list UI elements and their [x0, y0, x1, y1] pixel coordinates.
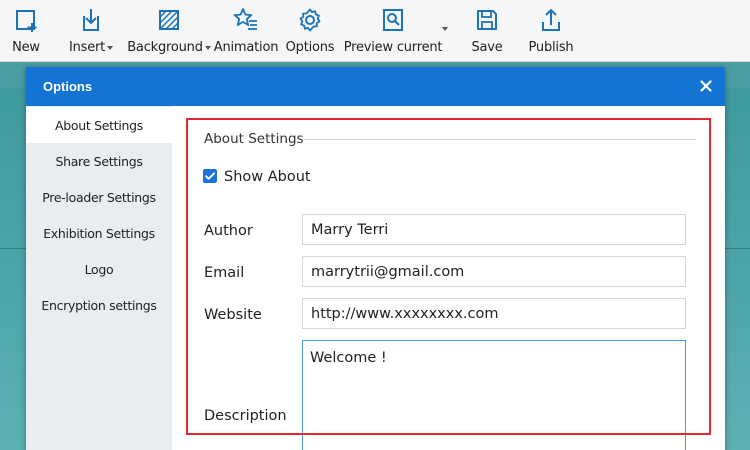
insert-download-icon	[77, 6, 105, 34]
background-label: Background	[127, 40, 203, 55]
background-pattern-icon	[155, 6, 183, 34]
website-field[interactable]	[302, 298, 686, 329]
gear-icon	[296, 6, 324, 34]
preview-dropdown-caret[interactable]	[442, 27, 448, 31]
new-page-icon	[12, 6, 40, 34]
save-label: Save	[471, 40, 503, 55]
website-label: Website	[204, 307, 262, 323]
description-textarea[interactable]: Welcome !	[302, 340, 686, 450]
publish-label: Publish	[528, 40, 574, 55]
section-divider	[304, 139, 696, 140]
animation-button[interactable]: Animation	[213, 0, 279, 62]
options-button[interactable]: Options	[285, 0, 335, 62]
background-label-wrap: Background	[127, 40, 211, 55]
insert-label: Insert	[68, 40, 106, 55]
email-label: Email	[204, 265, 245, 281]
toolbar: New Insert Background Animation Options …	[0, 0, 750, 62]
insert-label-wrap: Insert	[68, 40, 114, 55]
sidebar-item-about-settings[interactable]: About Settings	[26, 107, 172, 143]
options-dialog: Options About Settings Share Settings Pr…	[26, 67, 725, 450]
email-field[interactable]	[302, 256, 686, 287]
insert-button[interactable]: Insert	[68, 0, 114, 62]
save-button[interactable]: Save	[468, 0, 506, 62]
preview-magnifier-icon	[379, 6, 407, 34]
section-title: About Settings	[204, 131, 304, 147]
show-about-label[interactable]: Show About	[224, 169, 311, 185]
dialog-title: Options	[43, 79, 93, 94]
background-dropdown-caret	[204, 45, 211, 50]
sidebar-item-pre-loader-settings[interactable]: Pre-loader Settings	[26, 179, 172, 215]
options-label: Options	[285, 40, 335, 55]
about-settings-panel: About Settings Show About Author Email W…	[172, 106, 725, 450]
preview-current-label: Preview current	[343, 40, 443, 55]
new-button[interactable]: New	[8, 0, 44, 62]
description-label: Description	[204, 408, 287, 424]
dialog-header: Options	[26, 67, 725, 106]
author-label: Author	[204, 223, 253, 239]
sidebar-item-exhibition-settings[interactable]: Exhibition Settings	[26, 215, 172, 251]
floppy-disk-icon	[473, 6, 501, 34]
sidebar-item-share-settings[interactable]: Share Settings	[26, 143, 172, 179]
insert-dropdown-caret	[107, 45, 114, 50]
close-icon[interactable]	[698, 78, 714, 94]
preview-current-button[interactable]: Preview current	[343, 0, 443, 62]
sidebar-item-logo[interactable]: Logo	[26, 251, 172, 287]
animation-label: Animation	[213, 40, 279, 55]
show-about-checkbox[interactable]	[203, 169, 217, 183]
author-field[interactable]	[302, 214, 686, 245]
background-button[interactable]: Background	[127, 0, 211, 62]
sidebar-item-encryption-settings[interactable]: Encryption settings	[26, 287, 172, 323]
animation-star-icon	[232, 6, 260, 34]
checkmark-icon	[205, 172, 215, 180]
upload-icon	[537, 6, 565, 34]
new-label: New	[12, 40, 40, 55]
options-sidebar: About Settings Share Settings Pre-loader…	[26, 106, 172, 450]
publish-button[interactable]: Publish	[526, 0, 576, 62]
